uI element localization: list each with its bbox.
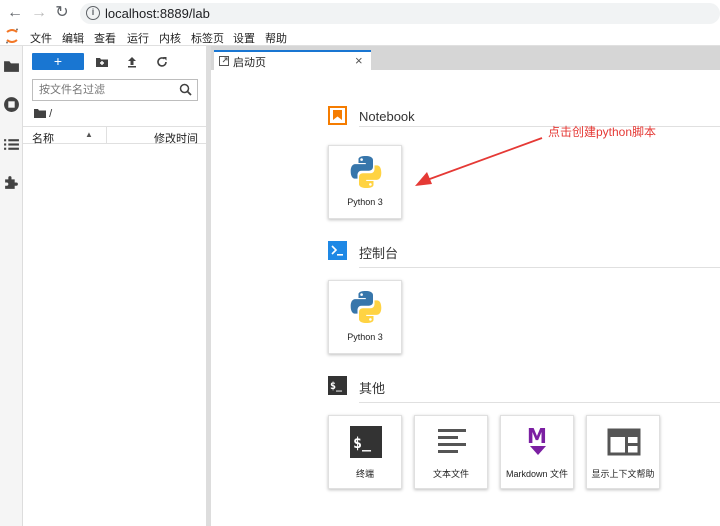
file-filter-input[interactable] [33,80,173,100]
site-info-icon[interactable]: i [86,6,100,20]
notebook-python3-card[interactable]: Python 3 [328,145,402,219]
menu-tabs[interactable]: 标签页 [191,30,224,46]
other-section-divider [359,402,720,403]
breadcrumb: / [34,108,52,120]
running-sessions-icon[interactable] [3,96,20,113]
search-icon [179,83,192,96]
refresh-icon[interactable] [155,55,169,69]
browser-toolbar: ← → ↻ i localhost:8889/lab [0,0,720,27]
folder-icon[interactable] [3,58,20,75]
console-section-icon [328,241,347,260]
card-label: Markdown 文件 [505,469,569,479]
file-list-header: 名称 ▲ 修改时间 [23,126,206,146]
forward-icon[interactable]: → [30,4,48,22]
other-section-title: 其他 [359,381,386,396]
python-logo-icon [350,291,382,323]
notebook-section-title: Notebook [359,109,415,124]
svg-text:$_: $_ [353,434,372,452]
text-file-icon [438,429,466,453]
card-label: 文本文件 [432,469,469,479]
console-section-title: 控制台 [359,246,399,261]
context-help-card[interactable]: 显示上下文帮助 [586,415,660,489]
table-of-contents-icon[interactable] [3,136,20,153]
menu-help[interactable]: 帮助 [265,30,287,46]
home-folder-icon[interactable] [34,108,46,118]
menu-bar: 文件 编辑 查看 运行 内核 标签页 设置 帮助 [0,27,720,46]
column-name-header[interactable]: 名称 [32,130,54,146]
card-label: Python 3 [347,332,383,342]
new-launcher-button[interactable]: + [32,53,84,70]
menu-file[interactable]: 文件 [30,30,52,46]
annotation-arrow [415,137,543,186]
sort-ascending-icon: ▲ [85,130,93,139]
menu-settings[interactable]: 设置 [233,30,255,46]
menu-edit[interactable]: 编辑 [62,30,84,46]
terminal-icon: $_ [350,426,382,458]
svg-text:$_: $_ [330,381,343,392]
close-tab-icon[interactable]: × [355,53,363,68]
address-url: localhost:8889/lab [105,6,210,21]
notebook-section-icon [328,106,347,125]
back-icon[interactable]: ← [6,4,24,22]
terminal-card[interactable]: $_ 终端 [328,415,402,489]
column-modified-header[interactable]: 修改时间 [154,130,198,146]
extension-manager-icon[interactable] [3,174,20,191]
menu-run[interactable]: 运行 [127,30,149,46]
card-label: 终端 [355,469,374,479]
tab-bar: 启动页 × [211,46,720,70]
file-browser-panel: + / 名称 ▲ 修改时间 [23,46,206,526]
markdown-icon: M [527,424,547,455]
other-section-icon: $_ [328,376,347,395]
breadcrumb-root[interactable]: / [49,108,52,120]
card-label: Python 3 [347,197,383,207]
tab-label: 启动页 [233,57,266,69]
new-folder-icon[interactable] [95,55,109,69]
address-bar[interactable]: i localhost:8889/lab [80,3,720,24]
console-python3-card[interactable]: Python 3 [328,280,402,354]
menu-view[interactable]: 查看 [94,30,116,46]
python-logo-icon [350,156,382,188]
console-section-divider [359,267,720,268]
left-activity-bar [0,46,23,526]
reload-icon[interactable]: ↻ [53,4,71,22]
upload-icon[interactable] [125,55,139,69]
launcher-tab-icon [219,56,229,66]
context-help-icon [607,428,641,456]
card-label: 显示上下文帮助 [591,469,655,479]
text-file-card[interactable]: 文本文件 [414,415,488,489]
menu-kernel[interactable]: 内核 [159,30,181,46]
jupyter-logo-icon [6,28,18,44]
notebook-section-divider [359,126,720,127]
svg-text:M: M [527,424,547,448]
column-separator[interactable] [106,127,107,143]
file-filter [32,79,198,101]
markdown-file-card[interactable]: M Markdown 文件 [500,415,574,489]
tab-launcher[interactable]: 启动页 × [214,50,371,70]
annotation-text: 点击创建python脚本 [548,125,657,139]
